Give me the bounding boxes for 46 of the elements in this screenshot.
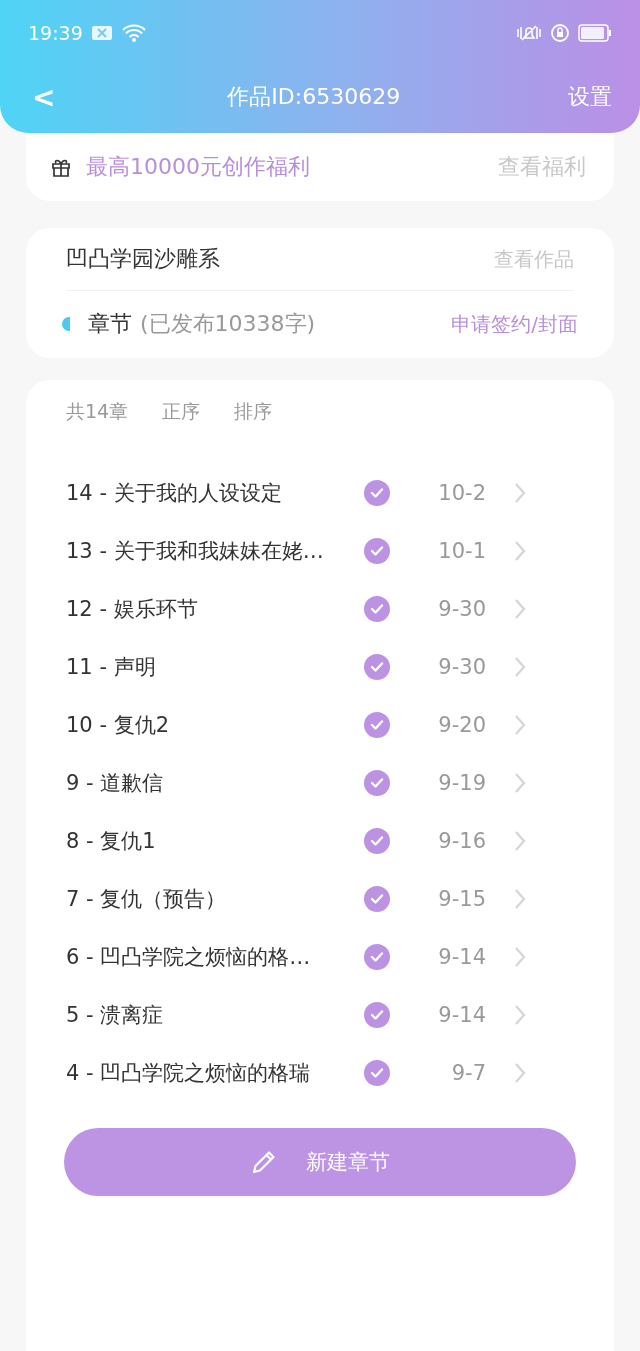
notification-icon (90, 25, 113, 41)
section-marker (62, 317, 70, 331)
chapter-date: 9-20 (437, 713, 486, 737)
chapter-date: 10-2 (437, 481, 486, 505)
page-title: 作品ID:6530629 (226, 83, 402, 111)
chevron-icon (514, 1004, 526, 1026)
chapter-date: 9-16 (437, 829, 486, 853)
chapter-title[interactable]: 12 - 娱乐环节 (66, 595, 356, 623)
chapter-title[interactable]: 13 - 关于我和我妹妹在姥… (66, 537, 356, 565)
section-label: 章节 (88, 310, 132, 338)
wifi-icon (120, 23, 147, 43)
chapter-title[interactable]: 10 - 复仇2 (66, 711, 356, 739)
chapter-title[interactable]: 6 - 凹凸学院之烦恼的格… (66, 943, 356, 971)
chevron-icon (514, 1062, 526, 1084)
chevron-icon (514, 888, 526, 910)
published-count: (已发布10338字) (140, 310, 317, 338)
chapter-title[interactable]: 11 - 声明 (66, 653, 356, 681)
chevron-icon (514, 830, 526, 852)
chapter-date: 9-14 (437, 1003, 486, 1027)
chevron-icon (514, 946, 526, 968)
chapter-date: 9-14 (437, 945, 486, 969)
chapter-title[interactable]: 8 - 复仇1 (66, 827, 356, 855)
battery-icon (578, 24, 612, 42)
chapter-title[interactable]: 4 - 凹凸学院之烦恼的格瑞 (66, 1059, 356, 1087)
work-name: 凹凸学园沙雕系 (66, 245, 221, 273)
status-time: 19:39 (28, 22, 83, 44)
chevron-icon (514, 714, 526, 736)
chapter-count: 共14章 (66, 399, 129, 424)
rotation-lock-icon (550, 23, 570, 43)
chapter-date: 9-30 (437, 655, 486, 679)
vibrate-icon (516, 23, 542, 43)
chapter-title[interactable]: 14 - 关于我的人设设定 (66, 479, 356, 507)
chapter-title[interactable]: 9 - 道歉信 (66, 769, 356, 797)
chapter-title[interactable]: 5 - 溃离症 (66, 1001, 356, 1029)
chevron-icon (514, 482, 526, 504)
chapter-date: 10-1 (437, 539, 486, 563)
chevron-icon (514, 540, 526, 562)
welfare-text: 最高10000元创作福利 (86, 153, 311, 181)
chapter-date: 9-7 (450, 1061, 486, 1085)
chapter-date: 9-30 (437, 597, 486, 621)
chevron-icon (514, 772, 526, 794)
chapter-title[interactable]: 7 - 复仇（预告） (66, 885, 356, 913)
chevron-icon (514, 656, 526, 678)
chevron-icon (514, 598, 526, 620)
chapter-date: 9-15 (437, 887, 486, 911)
chapter-date: 9-19 (437, 771, 486, 795)
